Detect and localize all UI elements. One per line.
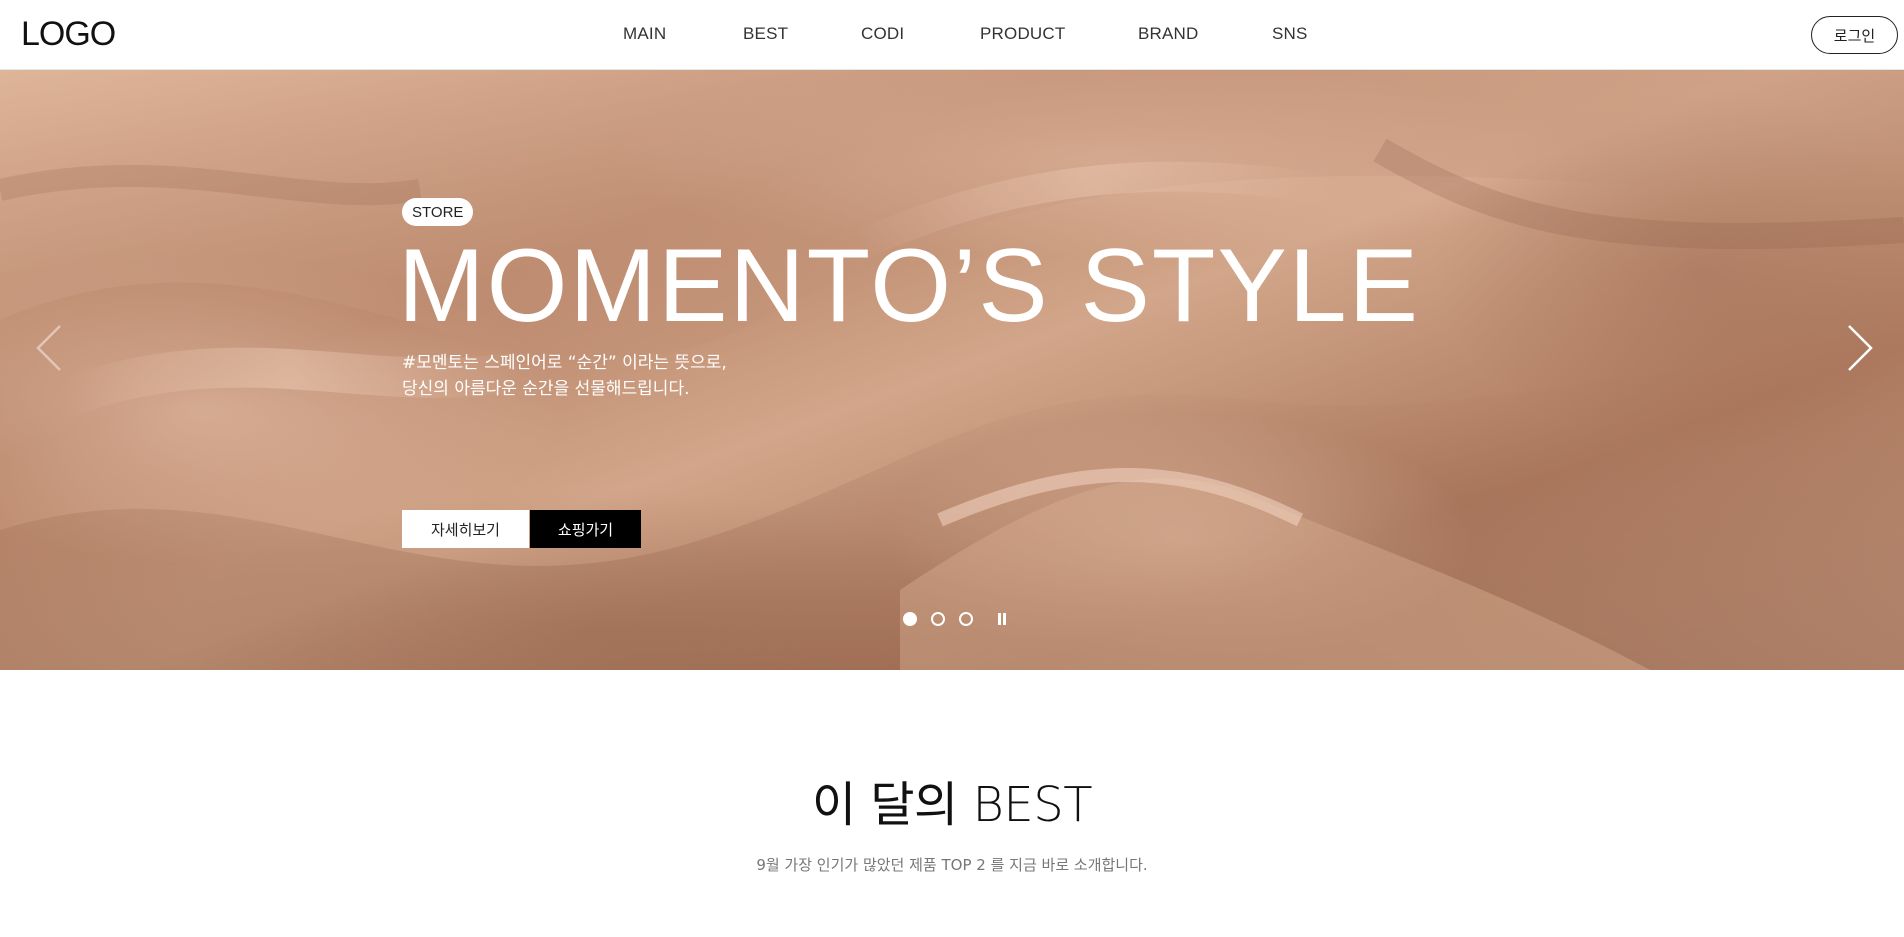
- hero-description-line: #모멘토는 스페인어로 “순간” 이라는 뜻으로,: [402, 353, 727, 373]
- nav-codi[interactable]: CODI: [861, 22, 904, 46]
- site-header: LOGO MAIN BEST CODI PRODUCT BRAND SNS 로그…: [0, 0, 1904, 70]
- chevron-right-icon[interactable]: [1845, 322, 1875, 374]
- login-button[interactable]: 로그인: [1811, 16, 1898, 54]
- hero-banner: STORE MOMENTO’S STYLE #모멘토는 스페인어로 “순간” 이…: [0, 70, 1904, 670]
- slide-dot[interactable]: [959, 612, 973, 626]
- slide-dot[interactable]: [903, 612, 917, 626]
- store-badge: STORE: [402, 198, 474, 226]
- slide-pagination: [903, 611, 1009, 627]
- hero-title: MOMENTO’S STYLE: [398, 228, 1421, 344]
- hero-description: #모멘토는 스페인어로 “순간” 이라는 뜻으로, 당신의 아름다운 순간을 선…: [402, 350, 922, 402]
- main-nav: MAIN BEST CODI PRODUCT BRAND SNS: [0, 22, 1904, 46]
- pause-icon[interactable]: [995, 611, 1009, 627]
- best-section-title: 이 달의 BEST: [811, 777, 1093, 833]
- slide-dot[interactable]: [931, 612, 945, 626]
- detail-button[interactable]: 자세히보기: [402, 510, 529, 548]
- shop-button[interactable]: 쇼핑가기: [530, 510, 641, 548]
- nav-main[interactable]: MAIN: [623, 22, 666, 46]
- nav-brand[interactable]: BRAND: [1138, 22, 1199, 46]
- best-section-subtitle: 9월 가장 인기가 많았던 제품 TOP 2 를 지금 바로 소개합니다.: [756, 856, 1148, 874]
- hero-description-line: 당신의 아름다운 순간을 선물해드립니다.: [402, 379, 690, 399]
- nav-product[interactable]: PRODUCT: [980, 22, 1065, 46]
- silk-background-image: [0, 70, 1904, 670]
- nav-sns[interactable]: SNS: [1272, 22, 1308, 46]
- nav-best[interactable]: BEST: [743, 22, 788, 46]
- chevron-left-icon[interactable]: [34, 322, 64, 374]
